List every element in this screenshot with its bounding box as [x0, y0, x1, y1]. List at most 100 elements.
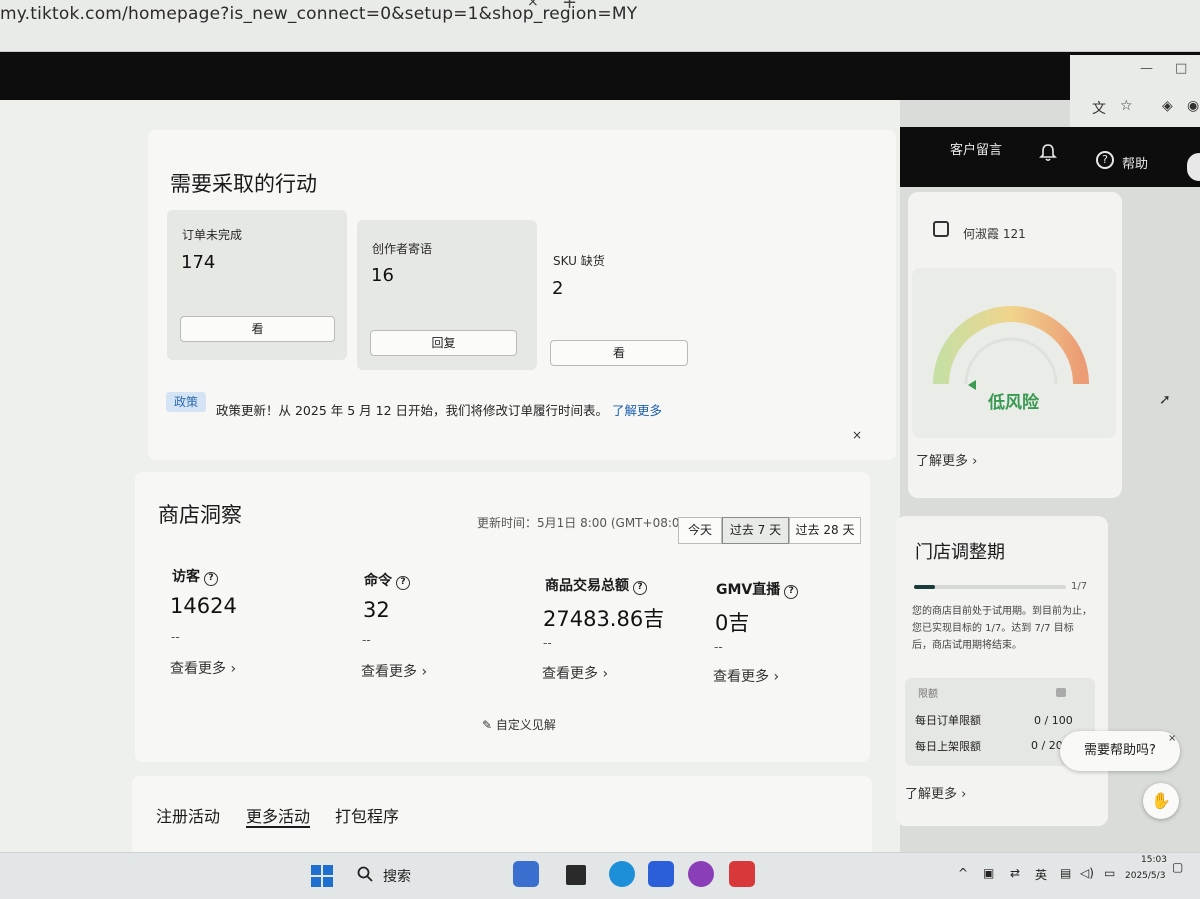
more-text: 了解更多: [905, 787, 958, 802]
task-view-icon[interactable]: [566, 865, 586, 885]
help-link[interactable]: 帮助: [1122, 153, 1148, 172]
browser-address-bar[interactable]: my.tiktok.com/homepage?is_new_connect=0&…: [0, 0, 1200, 52]
metric-gmv-label: 商品交易总额?: [545, 575, 647, 595]
updated-time: 更新时间：5月1日 8:00 (GMT+08:00): [477, 516, 692, 530]
trial-description: 您的商店目前处于试用期。到目前为止，您已实现目标的 1/7。达到 7/7 目标后…: [912, 606, 1092, 651]
maximize-icon[interactable]: □: [1175, 61, 1187, 76]
customize-insights-link[interactable]: ✎ 自定义见解: [482, 716, 556, 733]
more-text: 了解更多: [916, 454, 969, 469]
question-icon[interactable]: ?: [396, 576, 410, 590]
action-label: SKU 缺货: [553, 254, 605, 268]
policy-badge: 政策: [166, 392, 206, 412]
clock-date[interactable]: 2025/5/3: [1125, 871, 1165, 881]
action-value: 2: [552, 278, 564, 299]
network-icon[interactable]: ▤: [1060, 866, 1071, 880]
profile-icon[interactable]: ◉: [1187, 98, 1199, 114]
customize-text: 自定义见解: [495, 718, 556, 732]
question-icon[interactable]: ?: [204, 572, 218, 586]
extension-icon[interactable]: ◈: [1162, 98, 1173, 114]
edge-browser-icon[interactable]: [609, 861, 635, 887]
metric-label-text: 命令: [364, 573, 392, 589]
daily-listing-limit-label: 每日上架限额: [915, 740, 981, 753]
tray-app-icon[interactable]: ▣: [983, 866, 994, 880]
customer-messages-link[interactable]: 客户留言: [950, 139, 1002, 158]
daily-order-limit-value: 0 / 100: [1034, 714, 1073, 727]
range-today-button[interactable]: 今天: [678, 517, 722, 544]
policy-text: 政策更新！从 2025 年 5 月 12 日开始，我们将修改订单履行时间表。: [216, 403, 609, 418]
view-sku-button[interactable]: 看: [550, 340, 688, 366]
search-icon[interactable]: [357, 866, 373, 882]
window-controls: — □: [1070, 55, 1200, 91]
metric-orders-label: 命令?: [364, 570, 410, 590]
metric-more-link[interactable]: 查看更多 ›: [713, 666, 779, 686]
metric-live-gmv-label: GMV直播?: [716, 579, 799, 599]
taskbar-search[interactable]: 搜索: [383, 866, 411, 886]
battery-icon[interactable]: ▭: [1104, 866, 1115, 880]
metric-more-link[interactable]: 查看更多 ›: [542, 663, 608, 683]
edit-icon: ✎: [482, 718, 493, 732]
shop-name: 何淑霞 121: [963, 227, 1026, 241]
lock-icon: [1056, 688, 1066, 697]
shop-learn-more-link[interactable]: 了解更多 ›: [916, 450, 977, 469]
insights-title: 商店洞察: [158, 503, 242, 527]
vpn-app-icon[interactable]: [729, 861, 755, 887]
volume-icon[interactable]: ◁): [1080, 866, 1094, 880]
clock-time[interactable]: 15:03: [1141, 855, 1167, 865]
more-text: 查看更多: [361, 664, 417, 680]
help-icon[interactable]: ?: [1096, 151, 1114, 169]
ime-indicator[interactable]: 英: [1035, 866, 1047, 883]
tab-close-icon[interactable]: ×: [527, 0, 539, 10]
security-app-icon[interactable]: [648, 861, 674, 887]
action-value: 174: [181, 252, 216, 273]
tray-overflow-icon[interactable]: ^: [958, 866, 968, 880]
metric-change: --: [543, 636, 552, 650]
tray-sync-icon[interactable]: ⇄: [1010, 866, 1020, 880]
metric-live-gmv-value: 0吉: [715, 611, 750, 635]
metric-more-link[interactable]: 查看更多 ›: [170, 658, 236, 678]
hand-icon[interactable]: ✋: [1143, 783, 1179, 819]
range-7d-button[interactable]: 过去 7 天: [722, 517, 789, 544]
metric-gmv-value: 27483.86吉: [543, 607, 665, 631]
url-text[interactable]: my.tiktok.com/homepage?is_new_connect=0&…: [0, 4, 637, 24]
action-label: 订单未完成: [182, 228, 243, 242]
metric-visitors-label: 访客?: [172, 566, 218, 586]
trial-progress-bar: [914, 585, 1066, 589]
action-label: 创作者寄语: [372, 242, 433, 256]
help-chat-bubble[interactable]: 需要帮助吗?: [1060, 731, 1180, 771]
question-icon[interactable]: ?: [633, 581, 647, 595]
risk-gauge: [933, 306, 1089, 390]
metric-visitors-value: 14624: [170, 594, 237, 618]
widgets-app-icon[interactable]: [513, 861, 539, 887]
store-icon: [933, 221, 949, 237]
range-28d-button[interactable]: 过去 28 天: [789, 517, 861, 544]
trial-learn-more-link[interactable]: 了解更多 ›: [905, 783, 966, 802]
bell-icon[interactable]: [1038, 143, 1058, 163]
new-tab-icon[interactable]: +: [562, 0, 577, 13]
policy-notice: 政策更新！从 2025 年 5 月 12 日开始，我们将修改订单履行时间表。 了…: [216, 400, 662, 419]
shop-switcher-icon[interactable]: [1187, 153, 1200, 181]
browser-toolbar: 文 ☆ ◈ ◉: [1070, 91, 1200, 127]
action-value: 16: [371, 265, 394, 286]
tab-more-activities[interactable]: 更多活动: [246, 803, 310, 827]
star-icon[interactable]: ☆: [1120, 98, 1133, 114]
app-header: 客户留言 ? 帮助: [900, 127, 1200, 187]
more-text: 查看更多: [542, 666, 598, 682]
minimize-icon[interactable]: —: [1140, 61, 1153, 76]
chat-app-icon[interactable]: [688, 861, 714, 887]
metric-label-text: 商品交易总额: [545, 578, 629, 594]
notification-icon[interactable]: ▢: [1172, 860, 1183, 874]
close-icon[interactable]: ×: [852, 428, 862, 442]
close-icon[interactable]: ×: [1168, 733, 1176, 744]
tab-register-activities[interactable]: 注册活动: [156, 803, 220, 827]
view-orders-button[interactable]: 看: [180, 316, 335, 342]
question-icon[interactable]: ?: [784, 585, 799, 599]
policy-learn-more-link[interactable]: 了解更多: [612, 403, 662, 418]
tab-packaging[interactable]: 打包程序: [335, 803, 399, 827]
metric-more-link[interactable]: 查看更多 ›: [361, 661, 427, 681]
metric-change: --: [171, 630, 180, 644]
reply-creator-button[interactable]: 回复: [370, 330, 517, 356]
browser-tab-strip: [0, 52, 1200, 100]
trial-title: 门店调整期: [915, 542, 1005, 563]
windows-start-icon[interactable]: [311, 865, 333, 887]
translate-icon[interactable]: 文: [1092, 98, 1106, 118]
